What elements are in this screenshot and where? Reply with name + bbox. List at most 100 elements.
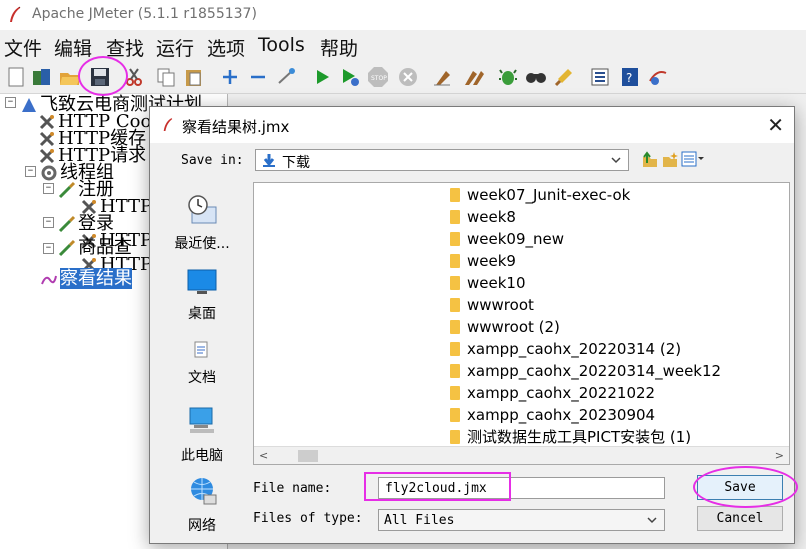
save-icon[interactable] [88,65,112,89]
folder-icon [450,342,460,356]
place-this-pc-label: 此电脑 [181,448,223,464]
new-icon[interactable] [4,65,28,89]
clear-all-icon[interactable] [462,65,486,89]
jmeter-feather-icon [162,116,174,138]
file-list-item[interactable]: week10 [450,272,526,294]
file-list-item[interactable]: week8 [450,206,516,228]
remote-icon[interactable] [646,65,670,89]
open-icon[interactable] [58,65,82,89]
network-icon [156,475,248,511]
search-icon[interactable] [524,65,548,89]
menu-find[interactable]: 查找 [106,34,144,61]
start-no-pauses-icon[interactable] [338,65,362,89]
reset-search-icon[interactable] [552,65,576,89]
close-icon[interactable]: ✕ [767,113,784,137]
expand-icon[interactable] [218,65,242,89]
folder-icon [450,232,460,246]
start-icon[interactable] [310,65,334,89]
horizontal-scrollbar[interactable]: < > [254,446,789,464]
test-plan-icon [20,96,38,114]
file-list-item[interactable]: wwwroot [450,294,534,316]
save-in-label: Save in: [181,153,244,168]
save-dialog: 察看结果树.jmx ✕ Save in: 下载 最近使... 桌面 文档 此电脑… [149,106,795,544]
save-button[interactable]: Save [697,475,783,500]
clear-icon[interactable] [430,65,454,89]
shutdown-icon[interactable] [396,65,420,89]
function-helper-icon[interactable] [496,65,520,89]
toolbar: STOP ? [0,60,806,94]
file-list-item[interactable]: xampp_caohx_20221022 [450,382,655,404]
tree-expander[interactable]: − [43,217,54,228]
dialog-title: 察看结果树.jmx [182,118,290,136]
scrollbar-thumb[interactable] [298,450,318,462]
menu-edit[interactable]: 编辑 [54,34,92,61]
svg-text:?: ? [626,71,632,85]
place-recent-label: 最近使... [174,236,230,252]
menu-options[interactable]: 选项 [207,34,245,61]
menu-tools[interactable]: Tools [258,34,305,56]
cut-icon[interactable] [122,65,146,89]
download-folder-icon [262,153,276,172]
place-recent[interactable]: 最近使... [156,193,248,253]
menu-bar: 文件 编辑 查找 运行 选项 Tools 帮助 [0,32,806,60]
files-of-type-value: All Files [384,513,455,528]
file-list-item[interactable]: week09_new [450,228,564,250]
view-menu-icon[interactable] [681,151,705,171]
tree-expander[interactable]: − [43,183,54,194]
file-list-item[interactable]: week07_Junit-exec-ok [450,184,630,206]
place-this-pc[interactable]: 此电脑 [156,405,248,465]
file-list-item[interactable]: xampp_caohx_20220314_week12 [450,360,721,382]
scroll-right-icon[interactable]: > [775,449,784,462]
desktop-icon [156,269,248,299]
folder-icon [450,408,460,422]
file-list-item[interactable]: week9 [450,250,516,272]
file-list-item[interactable]: 测试数据生成工具PICT安装包 (1) [450,426,691,448]
paste-icon[interactable] [182,65,206,89]
menu-file[interactable]: 文件 [4,34,42,61]
dropper-icon [58,215,76,233]
chevron-down-icon [646,514,658,530]
save-in-value: 下载 [282,155,310,171]
folder-icon [450,430,460,444]
templates-icon[interactable] [30,65,54,89]
documents-icon [156,341,248,363]
menu-run[interactable]: 运行 [156,34,194,61]
tree-expander[interactable]: − [5,97,16,108]
tree-expander[interactable]: − [25,166,36,177]
gear-icon [40,164,58,182]
folder-icon [450,276,460,290]
stop-icon[interactable]: STOP [366,65,390,89]
up-folder-icon[interactable] [641,151,659,173]
toggle-icon[interactable] [274,65,298,89]
tree-expander[interactable]: − [43,243,54,254]
dialog-titlebar: 察看结果树.jmx ✕ [150,107,794,143]
places-bar: 最近使... 桌面 文档 此电脑 网络 [156,183,248,535]
scroll-left-icon[interactable]: < [259,449,268,462]
place-desktop[interactable]: 桌面 [156,269,248,323]
file-list-item[interactable]: xampp_caohx_20230904 [450,404,655,426]
file-name-input[interactable]: fly2cloud.jmx [378,477,665,499]
files-of-type-combo[interactable]: All Files [378,509,665,531]
file-list-item[interactable]: xampp_caohx_20220314 (2) [450,338,681,360]
collapse-icon[interactable] [246,65,270,89]
dropper-icon [58,239,76,257]
jmeter-feather-icon [8,6,22,28]
dropper-icon [58,181,76,199]
file-name-label: File name: [253,481,332,496]
place-network[interactable]: 网络 [156,475,248,535]
place-documents[interactable]: 文档 [156,341,248,387]
file-list[interactable]: week07_Junit-exec-ok week8 week09_new we… [253,182,790,465]
log-viewer-icon[interactable] [588,65,612,89]
tree-item-view-results-tree[interactable]: 察看结果 [40,268,132,289]
listener-icon [40,270,58,288]
save-in-combo[interactable]: 下载 [255,149,629,171]
computer-icon [156,405,248,441]
copy-icon[interactable] [154,65,178,89]
folder-icon [450,320,460,334]
menu-help[interactable]: 帮助 [320,34,358,61]
window-title: Apache JMeter (5.1.1 r1855137) [32,6,257,22]
help-icon[interactable]: ? [618,65,642,89]
file-list-item[interactable]: wwwroot (2) [450,316,560,338]
new-folder-icon[interactable] [661,151,679,173]
cancel-button[interactable]: Cancel [697,506,783,531]
